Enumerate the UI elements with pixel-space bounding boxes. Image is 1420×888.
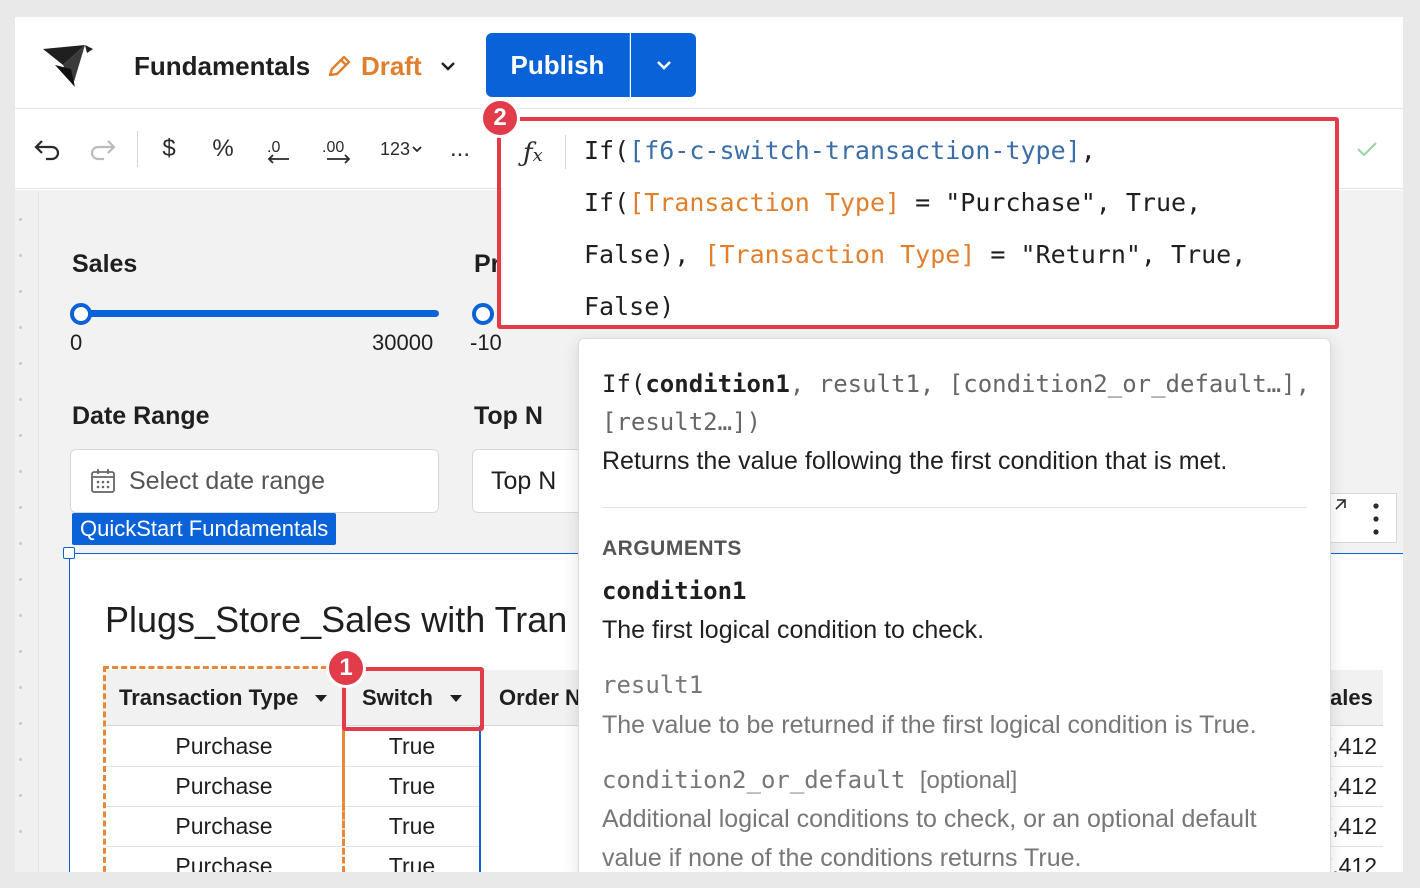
sales-min-value: 0 (70, 330, 83, 355)
chevron-down-icon (412, 146, 422, 153)
undo-icon[interactable] (29, 129, 65, 169)
arg-desc-result1: The value to be returned if the first lo… (602, 711, 1257, 739)
table-cell-switch[interactable]: True (345, 727, 479, 767)
svg-text:.00: .00 (322, 139, 344, 156)
table-cell-switch[interactable]: True (345, 847, 479, 872)
sales-max-value: 30000 (372, 330, 434, 355)
more-options-button[interactable]: ... (445, 129, 475, 169)
draft-status[interactable]: Draft (325, 51, 422, 82)
sales-slider-track[interactable] (81, 310, 439, 317)
percent-format-button[interactable]: % (208, 129, 238, 169)
increase-decimals-icon[interactable]: .00 (319, 129, 359, 169)
chevron-down-icon[interactable] (437, 55, 459, 77)
publish-button[interactable]: Publish (486, 33, 630, 97)
function-description: Returns the value following the first co… (602, 447, 1228, 475)
arguments-heading: ARGUMENTS (602, 537, 742, 560)
date-range-label: Date Range (72, 402, 210, 430)
callout-marker-2: 2 (480, 98, 520, 138)
arg-name-result1: result1 (602, 671, 704, 699)
profit-slider-handle[interactable] (472, 303, 494, 325)
arg-desc-condition2: Additional logical conditions to check, … (602, 805, 1257, 872)
arg-name-condition1: condition1 (602, 577, 747, 605)
column-header-order-number[interactable]: Order N (481, 670, 581, 726)
date-range-placeholder: Select date range (129, 466, 325, 495)
table-cell-sales[interactable]: 7,412 (1319, 847, 1383, 872)
checkmark-icon[interactable] (1352, 129, 1382, 169)
data-source-badge: QuickStart Fundamentals (72, 513, 337, 545)
table-cell-sales[interactable]: 7,412 (1319, 727, 1383, 767)
chevron-down-icon (656, 61, 671, 70)
selected-column-outline (103, 666, 345, 872)
calendar-icon (91, 469, 115, 493)
date-range-input[interactable]: Select date range (70, 449, 439, 513)
kebab-menu-icon[interactable] (1371, 502, 1381, 536)
function-signature: If(condition1, result1, [condition2_or_d… (602, 370, 1311, 436)
arg-name-condition2: condition2_or_default [optional] (602, 766, 1018, 794)
topn-select[interactable]: Top N (472, 449, 592, 513)
workbook-title[interactable]: Fundamentals (134, 51, 310, 82)
draft-label: Draft (361, 51, 422, 81)
number-format-dropdown[interactable]: 123 (375, 129, 429, 169)
sales-control-label: Sales (72, 250, 138, 278)
resize-handle[interactable] (63, 547, 75, 559)
pencil-icon (328, 55, 351, 76)
column-header-sales[interactable]: ales (1330, 670, 1383, 726)
decrease-decimals-icon[interactable]: .0 (263, 129, 297, 169)
table-cell-sales[interactable]: 7,412 (1319, 807, 1383, 847)
table-title: Plugs_Store_Sales with Tran (105, 599, 568, 640)
element-menu-bar (1327, 493, 1397, 543)
table-cell-switch[interactable]: True (345, 767, 479, 807)
svg-text:.0: .0 (267, 139, 280, 156)
arg-desc-condition1: The first logical condition to check. (602, 616, 985, 644)
callout-marker-1: 1 (326, 648, 366, 688)
topn-label: Top N (474, 402, 543, 430)
expand-icon[interactable] (1331, 498, 1347, 514)
redo-icon[interactable] (85, 129, 121, 169)
topn-value: Top N (491, 466, 557, 495)
sales-slider-handle[interactable] (70, 303, 92, 325)
sigma-logo-icon[interactable] (41, 41, 95, 89)
formula-highlight (497, 117, 1339, 329)
switch-column-border (479, 726, 481, 872)
app-window: Fundamentals Draft Publish $ % .0 .00 12… (15, 17, 1403, 872)
publish-options-button[interactable] (631, 33, 696, 97)
function-help-tooltip: If(condition1, result1, [condition2_or_d… (578, 338, 1331, 872)
table-cell-sales[interactable]: 7,412 (1319, 767, 1383, 807)
top-bar: Fundamentals Draft Publish (15, 17, 1403, 109)
profit-min-value: -10 (470, 330, 502, 355)
currency-format-button[interactable]: $ (155, 129, 183, 169)
selected-column-divider (342, 726, 345, 872)
grid-gutter (15, 190, 39, 872)
table-cell-switch[interactable]: True (345, 807, 479, 847)
